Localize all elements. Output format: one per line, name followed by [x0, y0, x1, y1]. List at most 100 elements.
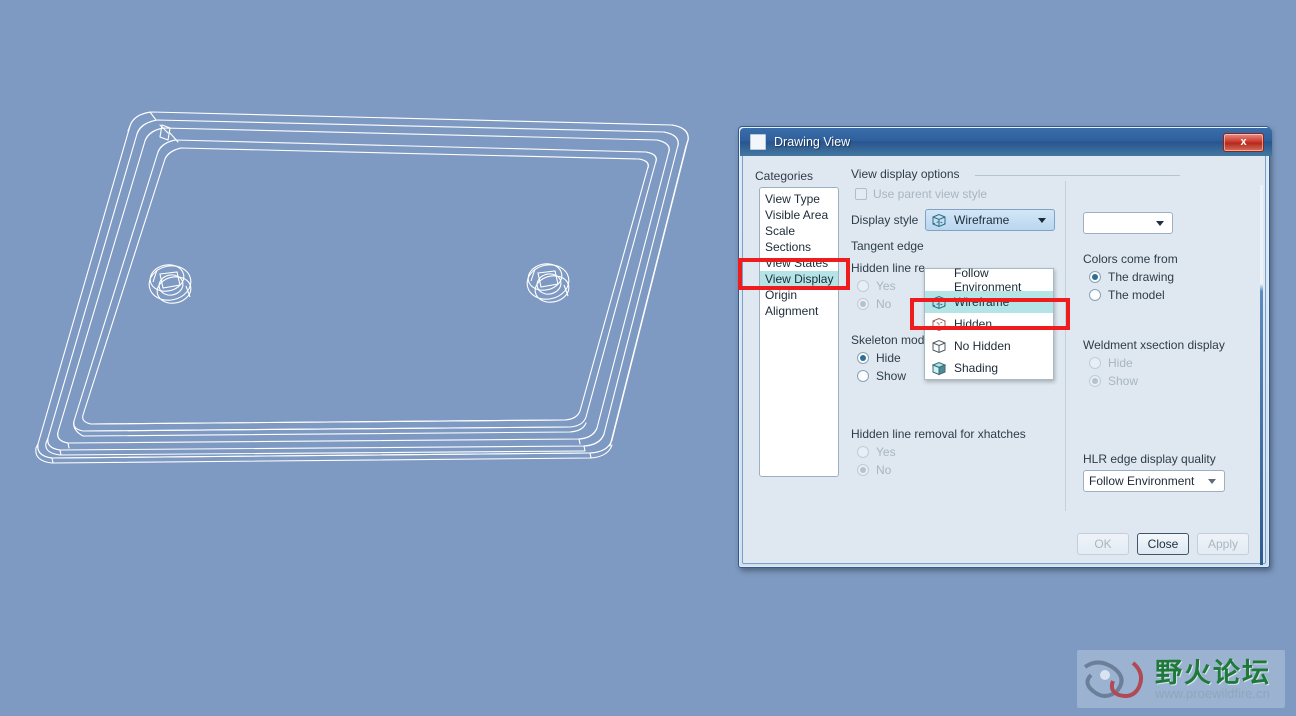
category-item-view-type[interactable]: View Type [760, 191, 838, 207]
dialog-title: Drawing View [774, 135, 851, 149]
dropdown-item-label: Follow Environment [954, 266, 1022, 294]
hidden-line-yes-radio[interactable] [857, 280, 869, 292]
ok-button[interactable]: OK [1077, 533, 1129, 555]
skeleton-hide-radio[interactable] [857, 352, 869, 364]
category-item-scale[interactable]: Scale [760, 223, 838, 239]
chevron-down-icon [1038, 217, 1046, 223]
skeleton-hide-label: Hide [876, 351, 901, 365]
cad-wireframe-drawing [35, 111, 689, 464]
use-parent-view-style-checkbox[interactable] [855, 188, 867, 200]
hlr-edge-quality-value: Follow Environment [1089, 474, 1195, 488]
hidden-cube-icon [932, 317, 946, 331]
chevron-down-icon [1208, 478, 1216, 484]
hidden-line-label: Hidden line re [851, 261, 926, 275]
dropdown-item-label: Wireframe [954, 295, 1010, 309]
right-options-panel: Colors come from The drawing The model W… [1083, 167, 1255, 492]
tangent-edge-row: Tangent edge [851, 239, 1066, 253]
dropdown-item-label: Shading [954, 361, 999, 375]
weldment-xsection-label: Weldment xsection display [1083, 338, 1225, 352]
xhatch-group: Hidden line removal for xhatches Yes No [851, 427, 1066, 477]
category-item-view-display[interactable]: View Display [760, 271, 838, 287]
xhatch-yes-radio[interactable] [857, 446, 869, 458]
view-display-options-label: View display options [851, 167, 960, 181]
colors-model-label: The model [1108, 288, 1165, 302]
category-item-sections[interactable]: Sections [760, 239, 838, 255]
dialog-button-bar: OK Close Apply [743, 533, 1263, 555]
close-dialog-button[interactable]: Close [1137, 533, 1189, 555]
display-style-dropdown-menu[interactable]: Follow Environment Wireframe Hidden No H… [924, 266, 1054, 380]
hole-right [526, 263, 570, 303]
dialog-content: Categories View Type Visible Area Scale … [743, 159, 1269, 565]
display-style-value: Wireframe [954, 213, 1010, 227]
category-item-visible-area[interactable]: Visible Area [760, 207, 838, 223]
xhatch-no-label: No [876, 463, 892, 477]
dropdown-item-label: Hidden [954, 317, 993, 331]
display-style-combobox[interactable]: Wireframe [925, 209, 1055, 231]
colors-drawing-row[interactable]: The drawing [1089, 270, 1255, 284]
dropdown-item-no-hidden[interactable]: No Hidden [925, 335, 1053, 357]
category-item-alignment[interactable]: Alignment [760, 303, 838, 319]
blank-icon [931, 273, 947, 288]
colors-drawing-label: The drawing [1108, 270, 1175, 284]
hidden-line-no-label: No [876, 297, 892, 311]
colors-model-radio[interactable] [1089, 289, 1101, 301]
watermark: 野火论坛 www.proewildfire.cn [1077, 650, 1285, 708]
weldment-hide-row[interactable]: Hide [1089, 356, 1255, 370]
xhatch-yes-row[interactable]: Yes [857, 445, 1066, 459]
weldment-show-row[interactable]: Show [1089, 374, 1255, 388]
dialog-edge-accent [1260, 185, 1263, 565]
xhatch-no-radio[interactable] [857, 464, 869, 476]
xhatch-yes-label: Yes [876, 445, 896, 459]
skeleton-show-label: Show [876, 369, 907, 383]
use-parent-view-style-row[interactable]: Use parent view style [855, 187, 1066, 201]
weldment-group: Weldment xsection display Hide Show [1083, 338, 1255, 388]
display-style-row: Display style Wireframe [851, 209, 1066, 231]
category-item-view-states[interactable]: View States [760, 255, 838, 271]
colors-come-from-label: Colors come from [1083, 252, 1178, 266]
window-icon [750, 134, 766, 150]
xhatch-no-row[interactable]: No [857, 463, 1066, 477]
tangent-edge-label: Tangent edge [851, 239, 924, 253]
watermark-name: 野火论坛 [1155, 657, 1271, 688]
weldment-hide-label: Hide [1108, 356, 1133, 370]
dropdown-item-hidden[interactable]: Hidden [925, 313, 1053, 335]
no-hidden-cube-icon [932, 339, 946, 353]
close-button[interactable]: x [1223, 132, 1264, 152]
colors-group: Colors come from The drawing The model [1083, 252, 1255, 302]
dropdown-item-follow-environment[interactable]: Follow Environment [925, 266, 1053, 294]
dropdown-item-shading[interactable]: Shading [925, 357, 1053, 379]
weldment-hide-radio[interactable] [1089, 357, 1101, 369]
wireframe-cube-icon [932, 213, 946, 227]
category-item-origin[interactable]: Origin [760, 287, 838, 303]
chevron-down-icon [1156, 220, 1164, 226]
view-display-options-title: View display options [851, 167, 1180, 181]
dropdown-item-label: No Hidden [954, 339, 1011, 353]
dialog-body: Drawing View x Categories View Type Visi… [740, 128, 1272, 565]
dialog-titlebar[interactable]: Drawing View x [740, 128, 1272, 156]
use-parent-view-style-label: Use parent view style [873, 187, 988, 201]
watermark-text: 野火论坛 www.proewildfire.cn [1155, 658, 1271, 701]
hidden-line-yes-label: Yes [876, 279, 896, 293]
wireframe-cube-icon [932, 295, 946, 309]
hidden-line-no-radio[interactable] [857, 298, 869, 310]
hole-left [148, 264, 192, 304]
colors-model-row[interactable]: The model [1089, 288, 1255, 302]
hlr-group: HLR edge display quality Follow Environm… [1083, 452, 1255, 492]
screen: Drawing View x Categories View Type Visi… [0, 0, 1296, 716]
tangent-edge-combobox[interactable] [1083, 212, 1173, 234]
dropdown-item-wireframe[interactable]: Wireframe [925, 291, 1053, 313]
skeleton-show-radio[interactable] [857, 370, 869, 382]
weldment-show-radio[interactable] [1089, 375, 1101, 387]
xhatch-label: Hidden line removal for xhatches [851, 427, 1026, 441]
hlr-edge-quality-combobox[interactable]: Follow Environment [1083, 470, 1225, 492]
butterfly-logo-icon [1083, 660, 1143, 698]
categories-label: Categories [755, 169, 814, 183]
shaded-cube-icon [931, 361, 947, 375]
drawing-view-dialog: Drawing View x Categories View Type Visi… [738, 126, 1272, 568]
apply-button[interactable]: Apply [1197, 533, 1249, 555]
display-style-label: Display style [851, 213, 919, 227]
colors-drawing-radio[interactable] [1089, 271, 1101, 283]
weldment-show-label: Show [1108, 374, 1139, 388]
hlr-edge-quality-label: HLR edge display quality [1083, 452, 1216, 466]
categories-list[interactable]: View Type Visible Area Scale Sections Vi… [759, 187, 839, 477]
